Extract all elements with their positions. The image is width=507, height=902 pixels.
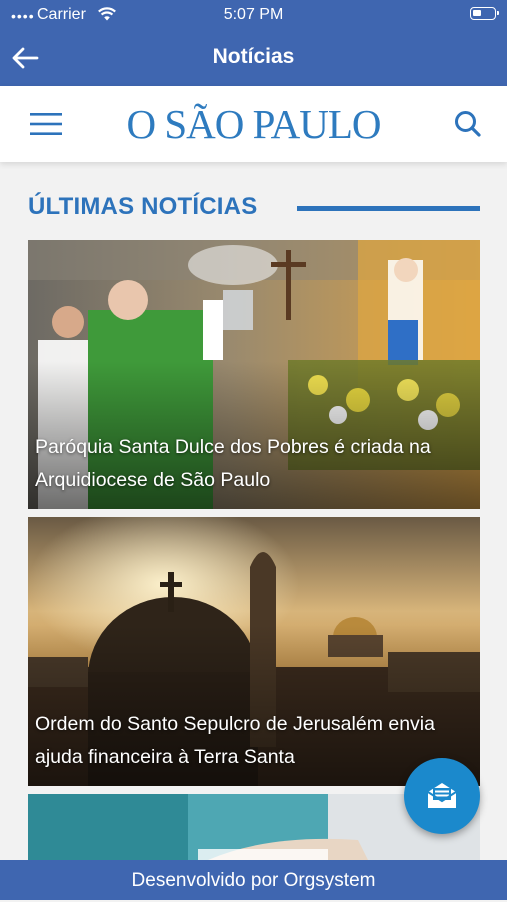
news-card[interactable]: Ordem do Santo Sepulcro de Jerusalém env… [28, 517, 480, 786]
status-bar: •••• Carrier 5:07 PM [0, 0, 507, 30]
news-headline: Ordem do Santo Sepulcro de Jerusalém env… [35, 713, 435, 768]
envelope-icon [427, 783, 457, 808]
section-title: ÚLTIMAS NOTÍCIAS [28, 193, 258, 220]
search-icon[interactable] [452, 108, 484, 140]
newsletter-fab[interactable] [404, 758, 480, 834]
site-logo[interactable]: O SÃO PAULO [0, 100, 507, 148]
site-header: O SÃO PAULO [0, 86, 507, 162]
clock: 5:07 PM [223, 6, 284, 23]
nav-title: Notícias [212, 45, 295, 68]
section-divider [297, 206, 480, 211]
footer-credit: Desenvolvido por Orgsystem [0, 860, 507, 900]
news-headline: Paróquia Santa Dulce dos Pobres é criada… [35, 436, 431, 491]
nav-bar: Notícias [0, 30, 507, 86]
battery-icon [470, 7, 499, 20]
news-card[interactable]: Paróquia Santa Dulce dos Pobres é criada… [28, 240, 480, 509]
